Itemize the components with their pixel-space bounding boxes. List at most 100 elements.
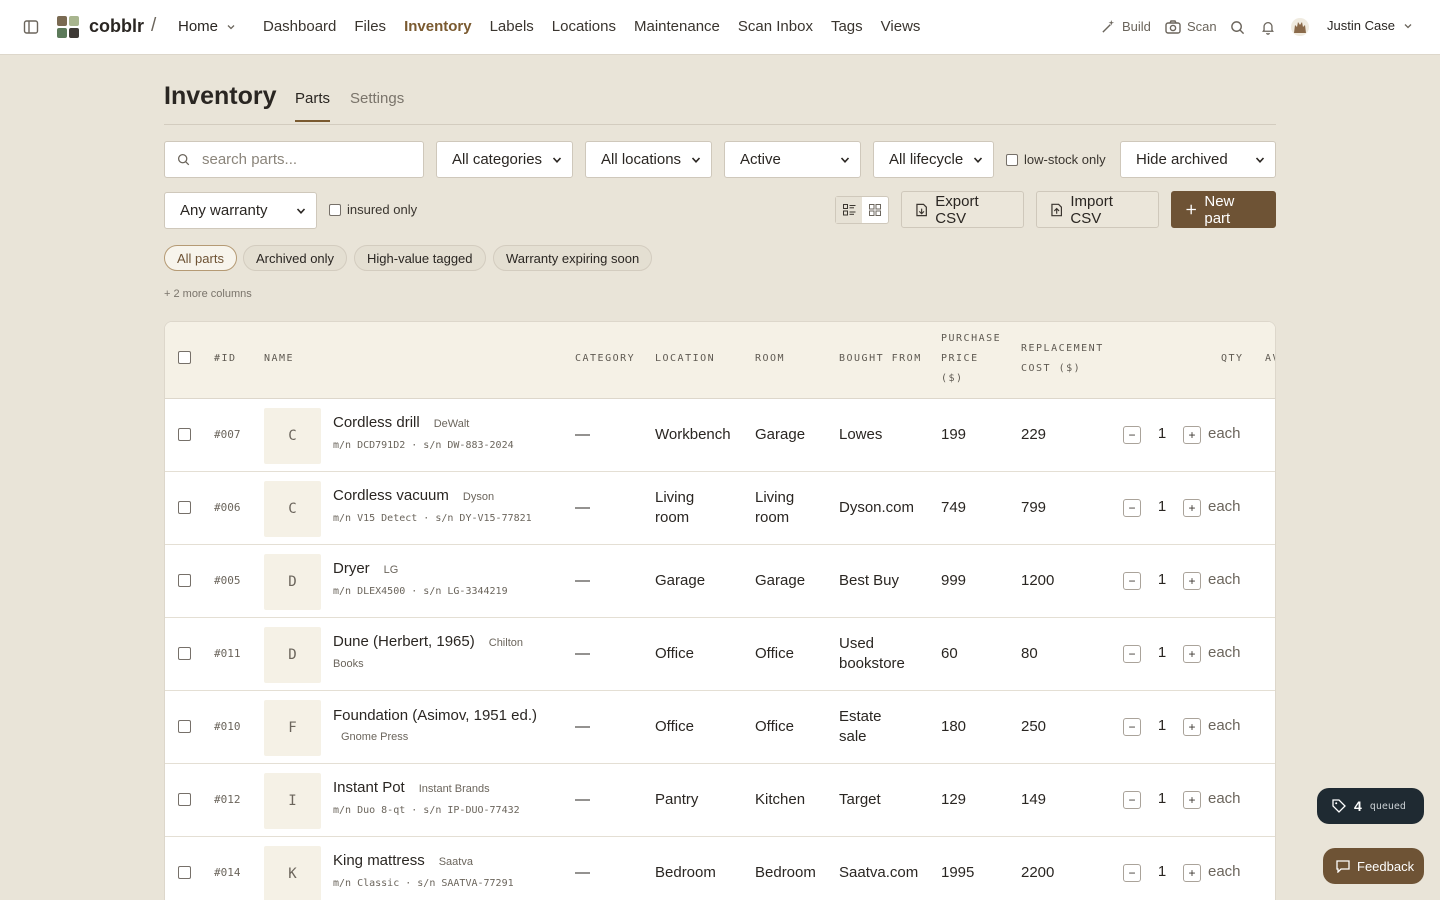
col-id[interactable]: #ID <box>214 349 237 369</box>
row-thumbnail[interactable]: I <box>264 773 321 829</box>
low-stock-toggle[interactable]: low-stock only <box>1006 152 1106 167</box>
insured-checkbox[interactable] <box>329 203 341 216</box>
row-checkbox[interactable] <box>178 866 191 879</box>
qty-increment-button[interactable]: + <box>1183 645 1201 663</box>
scan-button[interactable]: Scan <box>1165 19 1217 34</box>
row-checkbox[interactable] <box>178 501 191 514</box>
table-row[interactable]: #007 C Cordless drill DeWalt m/n DCD791D2… <box>165 399 1275 472</box>
qty-decrement-button[interactable]: − <box>1123 718 1141 736</box>
part-name-line[interactable]: Instant Pot Instant Brands <box>333 779 490 796</box>
nav-maintenance[interactable]: Maintenance <box>634 18 720 35</box>
user-menu[interactable]: Justin Case <box>1327 18 1413 33</box>
qty-decrement-button[interactable]: − <box>1123 864 1141 882</box>
qty-decrement-button[interactable]: − <box>1123 426 1141 444</box>
qty-decrement-button[interactable]: − <box>1123 499 1141 517</box>
col-room[interactable]: ROOM <box>755 349 785 369</box>
qty-decrement-button[interactable]: − <box>1123 791 1141 809</box>
more-columns-link[interactable]: + 2 more columns <box>164 288 252 300</box>
col-qty[interactable]: QTY <box>1221 349 1244 369</box>
row-checkbox[interactable] <box>178 428 191 441</box>
part-name-line[interactable]: Dune (Herbert, 1965) Chilton <box>333 633 523 650</box>
row-thumbnail[interactable]: D <box>264 554 321 610</box>
home-breadcrumb-dropdown[interactable]: Home <box>178 18 236 35</box>
table-row[interactable]: #005 D Dryer LG m/n DLEX4500 · s/n LG-334… <box>165 545 1275 618</box>
new-part-button[interactable]: New part <box>1171 191 1276 228</box>
search-icon[interactable] <box>1230 20 1245 35</box>
feedback-button[interactable]: Feedback <box>1323 848 1424 884</box>
table-row[interactable]: #012 I Instant Pot Instant Brands m/n Duo… <box>165 764 1275 837</box>
warranty-select[interactable]: Any warranty <box>164 192 317 229</box>
chip-warranty-expiring[interactable]: Warranty expiring soon <box>493 245 653 271</box>
nav-locations[interactable]: Locations <box>552 18 616 35</box>
qty-increment-button[interactable]: + <box>1183 499 1201 517</box>
table-row[interactable]: #006 C Cordless vacuum Dyson m/n V15 Dete… <box>165 472 1275 545</box>
row-checkbox[interactable] <box>178 720 191 733</box>
col-location[interactable]: LOCATION <box>655 349 715 369</box>
part-name-line[interactable]: Dryer LG <box>333 560 398 577</box>
chip-archived-only[interactable]: Archived only <box>243 245 348 271</box>
row-checkbox[interactable] <box>178 793 191 806</box>
row-thumbnail[interactable]: K <box>264 846 321 900</box>
part-name-line[interactable]: Cordless drill DeWalt <box>333 414 469 431</box>
table-row[interactable]: #010 F Foundation (Asimov, 1951 ed.) Gno… <box>165 691 1275 764</box>
row-thumbnail[interactable]: D <box>264 627 321 683</box>
export-csv-button[interactable]: Export CSV <box>901 191 1024 228</box>
cobblr-logo[interactable] <box>56 15 80 39</box>
col-category[interactable]: CATEGORY <box>575 349 635 369</box>
row-thumbnail[interactable]: C <box>264 408 321 464</box>
row-room: Living room <box>755 489 795 526</box>
tab-settings[interactable]: Settings <box>350 90 404 107</box>
part-name[interactable]: Foundation (Asimov, 1951 ed.) <box>333 707 537 724</box>
table-row[interactable]: #014 K King mattress Saatva m/n Classic ·… <box>165 837 1275 900</box>
avatar[interactable] <box>1291 18 1309 36</box>
nav-dashboard[interactable]: Dashboard <box>263 18 336 35</box>
qty-decrement-button[interactable]: − <box>1123 572 1141 590</box>
row-checkbox[interactable] <box>178 647 191 660</box>
qty-decrement-button[interactable]: − <box>1123 645 1141 663</box>
tab-parts[interactable]: Parts <box>295 90 330 107</box>
list-view-button[interactable] <box>836 197 862 223</box>
qty-increment-button[interactable]: + <box>1183 718 1201 736</box>
build-button[interactable]: Build <box>1101 19 1151 34</box>
qty-increment-button[interactable]: + <box>1183 426 1201 444</box>
insured-toggle[interactable]: insured only <box>329 202 417 217</box>
qty-increment-button[interactable]: + <box>1183 572 1201 590</box>
col-name[interactable]: NAME <box>264 349 294 369</box>
nav-files[interactable]: Files <box>354 18 386 35</box>
brand-name[interactable]: cobblr <box>89 16 144 37</box>
chevron-down-icon <box>840 156 850 163</box>
part-name-line[interactable]: King mattress Saatva <box>333 852 473 869</box>
import-csv-button[interactable]: Import CSV <box>1036 191 1159 228</box>
select-all-checkbox[interactable] <box>178 351 191 364</box>
search-input[interactable]: search parts... <box>164 141 424 178</box>
chip-high-value-tagged[interactable]: High-value tagged <box>354 245 486 271</box>
location-select[interactable]: All locations <box>585 141 712 178</box>
low-stock-checkbox[interactable] <box>1006 153 1018 166</box>
row-checkbox[interactable] <box>178 574 191 587</box>
col-bought-from[interactable]: BOUGHT FROM <box>839 349 922 369</box>
nav-tags[interactable]: Tags <box>831 18 863 35</box>
col-purchase-price[interactable]: PURCHASE PRICE ($) <box>941 329 1001 389</box>
status-select[interactable]: Active <box>724 141 861 178</box>
row-thumbnail[interactable]: C <box>264 481 321 537</box>
category-select[interactable]: All categories <box>436 141 573 178</box>
sidebar-toggle-icon[interactable] <box>23 19 39 35</box>
qty-increment-button[interactable]: + <box>1183 791 1201 809</box>
label-queue-button[interactable]: 4 queued <box>1317 788 1424 824</box>
row-thumbnail[interactable]: F <box>264 700 321 756</box>
grid-view-button[interactable] <box>862 197 888 223</box>
col-available-truncated[interactable]: AV <box>1265 349 1275 369</box>
lifecycle-select[interactable]: All lifecycle <box>873 141 994 178</box>
nav-scan-inbox[interactable]: Scan Inbox <box>738 18 813 35</box>
nav-inventory[interactable]: Inventory <box>404 18 472 35</box>
bell-icon[interactable] <box>1261 20 1275 35</box>
col-replacement-cost[interactable]: REPLACEMENT COST ($) <box>1021 339 1104 379</box>
part-brand: Saatva <box>438 856 473 868</box>
table-row[interactable]: #011 D Dune (Herbert, 1965) Chilton Books… <box>165 618 1275 691</box>
nav-labels[interactable]: Labels <box>490 18 534 35</box>
qty-increment-button[interactable]: + <box>1183 864 1201 882</box>
nav-views[interactable]: Views <box>881 18 921 35</box>
archived-select[interactable]: Hide archived <box>1120 141 1276 178</box>
part-name-line[interactable]: Cordless vacuum Dyson <box>333 487 494 504</box>
chip-all-parts[interactable]: All parts <box>164 245 237 271</box>
